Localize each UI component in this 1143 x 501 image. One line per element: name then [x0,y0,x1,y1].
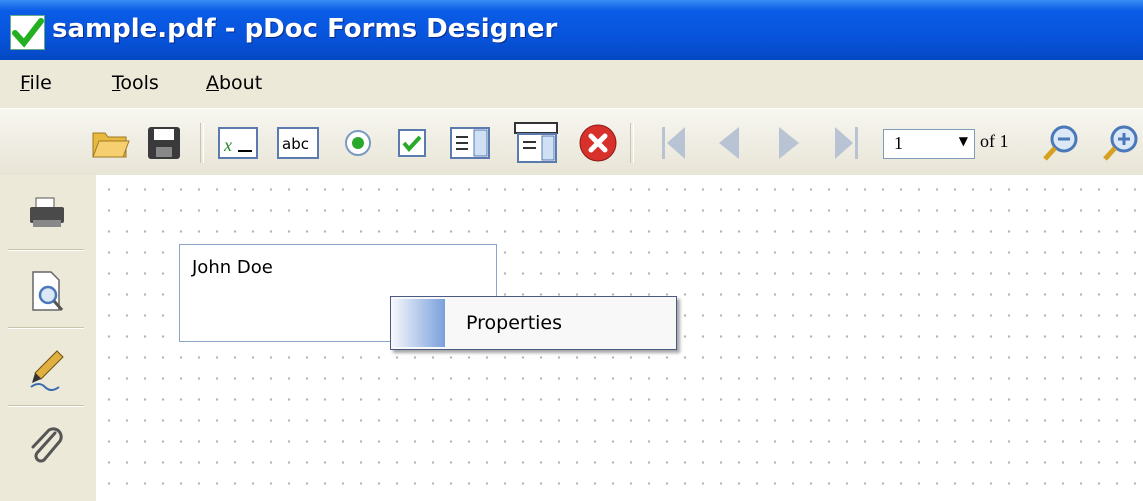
combo-box-icon[interactable] [514,121,558,165]
toolbar-separator [200,123,204,163]
list-box-icon[interactable] [448,121,492,165]
side-separator [8,405,84,407]
window-title: sample.pdf - pDoc Forms Designer [52,14,558,44]
last-page-icon[interactable] [824,121,868,165]
menu-about[interactable]: About [206,72,262,94]
delete-icon[interactable] [576,121,620,165]
zoom-out-icon[interactable] [1040,121,1084,165]
sign-icon[interactable] [8,331,86,407]
checkbox-icon[interactable] [390,121,434,165]
text-field-glyph: x [223,135,232,155]
open-folder-icon[interactable] [88,121,132,165]
app-checkmark-icon [10,15,45,50]
side-separator [8,327,84,329]
next-page-icon[interactable] [768,121,812,165]
save-icon[interactable] [142,121,186,165]
radio-button-icon[interactable] [336,121,380,165]
context-menu-properties[interactable]: Properties [466,312,562,334]
title-bar: sample.pdf - pDoc Forms Designer [0,0,1143,60]
printer-icon[interactable] [8,175,86,251]
chevron-down-icon[interactable]: ▼ [959,134,968,148]
print-preview-icon[interactable] [8,253,86,329]
attachment-icon[interactable] [8,409,86,485]
page-number-value: 1 [894,133,903,153]
zoom-in-icon[interactable] [1100,121,1143,165]
side-toolbar [0,175,96,501]
page-number-select[interactable]: 1 ▼ [883,129,975,159]
label-text-icon[interactable]: abc [276,121,320,165]
previous-page-icon[interactable] [706,121,750,165]
text-field-icon[interactable]: x [216,121,260,165]
page-count-label: of 1 [980,131,1009,151]
side-separator [8,249,84,251]
menu-tools[interactable]: Tools [112,72,159,94]
toolbar: x abc 1 ▼ of 1 [0,108,1143,176]
toolbar-separator [630,123,634,163]
menu-file[interactable]: File [20,72,52,94]
context-menu-gutter [393,299,445,347]
form-text-field-value: John Doe [192,257,273,278]
label-glyph: abc [282,135,309,153]
menu-bar: File Tools About [0,60,1143,108]
context-menu: Properties [390,296,677,350]
first-page-icon[interactable] [652,121,696,165]
